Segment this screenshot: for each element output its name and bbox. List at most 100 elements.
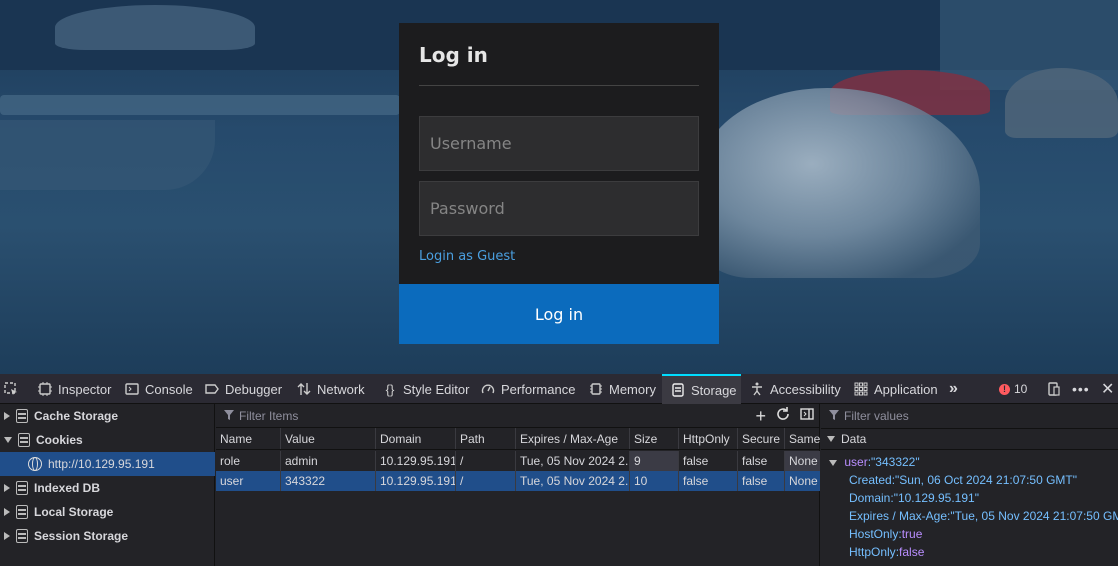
col-size[interactable]: Size (629, 428, 678, 449)
devtools-tabbar: Inspector Console Debugger Network {} St… (0, 374, 1118, 404)
col-httponly[interactable]: HttpOnly (678, 428, 737, 449)
filter-values-input[interactable]: Filter values (829, 409, 909, 423)
tab-console[interactable]: Console (125, 374, 193, 404)
devtools-panel: Inspector Console Debugger Network {} St… (0, 374, 1118, 566)
sidebar-label: http://10.129.95.191 (48, 457, 155, 471)
sidebar-label: Session Storage (34, 529, 129, 543)
more-tabs-chevron-icon[interactable]: » (949, 374, 958, 404)
background-dark-car (1005, 68, 1118, 138)
password-input[interactable] (419, 181, 699, 236)
data-key: user (844, 455, 868, 469)
tab-memory[interactable]: Memory (589, 374, 656, 404)
sidebar-label: Cache Storage (34, 409, 119, 423)
tab-storage-label: Storage (691, 382, 737, 398)
tab-debugger[interactable]: Debugger (205, 374, 282, 404)
close-devtools-icon[interactable]: ✕ (1101, 374, 1114, 404)
error-count: 10 (1014, 382, 1028, 396)
sidebar-item-cache-storage[interactable]: Cache Storage (0, 404, 215, 428)
tab-accessibility[interactable]: Accessibility (750, 374, 841, 404)
data-root-entry[interactable]: user:"343322" (829, 455, 920, 469)
sidebar-item-local-storage[interactable]: Local Storage (0, 500, 215, 524)
login-as-guest-link[interactable]: Login as Guest (419, 249, 515, 264)
col-expires[interactable]: Expires / Max-Age (515, 428, 629, 449)
data-value: "Sun, 06 Oct 2024 21:07:50 GMT" (895, 473, 1078, 487)
tab-performance[interactable]: Performance (481, 374, 575, 404)
braces-icon: {} (385, 381, 395, 397)
sidebar-label: Cookies (36, 433, 83, 447)
grid-dots-icon (854, 382, 868, 396)
sidebar-item-indexed-db[interactable]: Indexed DB (0, 476, 215, 500)
col-domain[interactable]: Domain (375, 428, 455, 449)
responsive-design-button[interactable] (1047, 374, 1061, 404)
col-name[interactable]: Name (216, 428, 280, 449)
cell-expires: Tue, 05 Nov 2024 2... (515, 471, 629, 491)
cell-secure: false (737, 451, 784, 471)
web-page: Log in Login as Guest Log in (0, 0, 1118, 374)
globe-icon (28, 457, 42, 471)
filter-items-input[interactable]: Filter Items (224, 409, 298, 423)
table-row[interactable]: role admin 10.129.95.191 / Tue, 05 Nov 2… (216, 451, 820, 471)
cell-httponly: false (678, 451, 737, 471)
toggle-sidebar-icon[interactable] (800, 407, 814, 424)
cell-samesite: None (784, 451, 820, 471)
inspector-icon (38, 382, 52, 396)
cell-httponly: false (678, 471, 737, 491)
storage-icon (16, 481, 28, 495)
table-row[interactable]: user 343322 10.129.95.191 / Tue, 05 Nov … (216, 471, 820, 491)
tab-performance-label: Performance (501, 381, 576, 397)
data-value: "Tue, 05 Nov 2024 21:07:50 GMT" (950, 509, 1118, 523)
data-entry-expires: Expires / Max-Age:"Tue, 05 Nov 2024 21:0… (849, 509, 1118, 523)
tab-accessibility-label: Accessibility (770, 381, 841, 397)
filter-icon (224, 409, 234, 423)
tab-application[interactable]: Application (854, 374, 938, 404)
data-key: Expires / Max-Age (849, 509, 948, 523)
add-item-icon[interactable]: + (755, 407, 766, 425)
cell-expires: Tue, 05 Nov 2024 2... (515, 451, 629, 471)
data-entry-domain: Domain:"10.129.95.191" (849, 491, 979, 505)
filter-icon (829, 409, 839, 423)
login-button[interactable]: Log in (399, 284, 719, 344)
storage-icon (16, 505, 28, 519)
expand-arrow-icon (4, 532, 10, 540)
refresh-icon[interactable] (776, 407, 790, 424)
data-value: "343322" (871, 455, 920, 469)
cell-size: 10 (629, 471, 678, 491)
data-entry-httponly: HttpOnly:false (849, 545, 925, 559)
background-silver-car (700, 88, 980, 278)
background-car-display (55, 5, 255, 50)
login-title: Log in (419, 43, 488, 67)
tab-style-editor[interactable]: {} Style Editor (383, 374, 470, 404)
tab-network[interactable]: Network (297, 374, 365, 404)
more-options-icon[interactable]: ••• (1072, 374, 1090, 404)
cell-samesite: None (784, 471, 820, 491)
tab-debugger-label: Debugger (225, 381, 283, 397)
data-value: false (899, 545, 925, 559)
col-samesite[interactable]: SameS (784, 428, 820, 449)
storage-icon (671, 383, 685, 397)
data-section-header[interactable]: Data (821, 428, 1118, 450)
cell-domain: 10.129.95.191 (375, 471, 455, 491)
sidebar-item-session-storage[interactable]: Session Storage (0, 524, 215, 548)
cell-path: / (455, 451, 515, 471)
memory-chip-icon (589, 382, 603, 396)
collapse-arrow-icon (827, 436, 835, 442)
sidebar-item-cookie-host[interactable]: http://10.129.95.191 (0, 452, 215, 476)
username-input[interactable] (419, 116, 699, 171)
debugger-icon (205, 382, 219, 396)
col-value[interactable]: Value (280, 428, 375, 449)
col-secure[interactable]: Secure (737, 428, 784, 449)
error-count-badge[interactable]: ! 10 (999, 382, 1027, 396)
sidebar-item-cookies[interactable]: Cookies (0, 428, 215, 452)
data-key: HttpOnly (849, 545, 896, 559)
background-shelf (0, 95, 400, 115)
element-picker-button[interactable] (4, 374, 18, 404)
table-header: Name Value Domain Path Expires / Max-Age… (216, 428, 820, 450)
tab-inspector[interactable]: Inspector (38, 374, 111, 404)
background-counter (0, 120, 215, 190)
col-path[interactable]: Path (455, 428, 515, 449)
tab-storage[interactable]: Storage (662, 374, 741, 404)
console-icon (125, 382, 139, 396)
cell-name: user (220, 474, 244, 488)
expand-arrow-icon (4, 412, 10, 420)
accessibility-icon (750, 382, 764, 396)
